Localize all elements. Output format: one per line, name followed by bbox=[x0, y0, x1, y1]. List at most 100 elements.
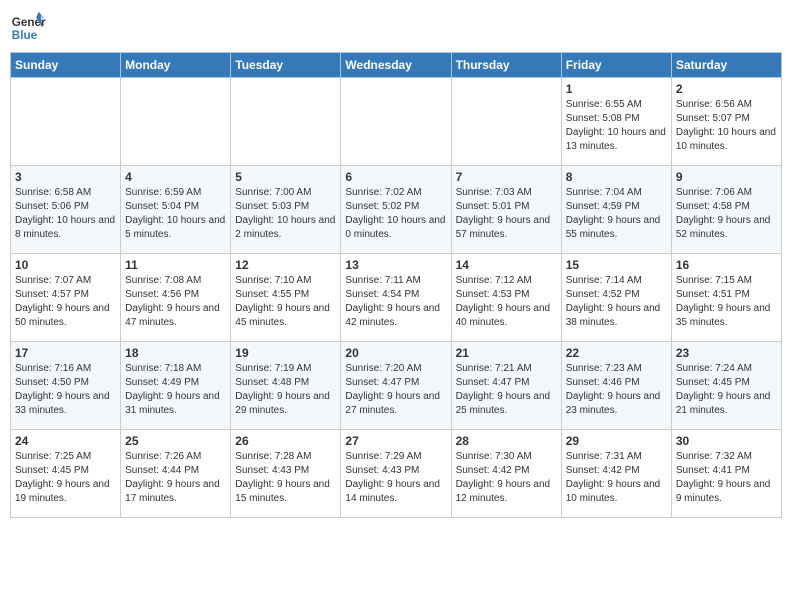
calendar-cell: 26 Sunrise: 7:28 AM Sunset: 4:43 PM Dayli… bbox=[231, 430, 341, 518]
cell-content: Sunrise: 6:58 AM Sunset: 5:06 PM Dayligh… bbox=[15, 186, 116, 242]
calendar-cell: 5Sunrise: 7:00 AM Sunset: 5:03 PM Daylig… bbox=[231, 166, 341, 254]
calendar-cell: 28 Sunrise: 7:30 AM Sunset: 4:42 PM Dayli… bbox=[451, 430, 561, 518]
calendar-cell: 17 Sunrise: 7:16 AM Sunset: 4:50 PM Dayli… bbox=[11, 342, 121, 430]
calendar-cell: 13 Sunrise: 7:11 AM Sunset: 4:54 PM Dayli… bbox=[341, 254, 451, 342]
logo-icon: GeneralBlue bbox=[10, 10, 46, 46]
day-number: 2 bbox=[676, 82, 777, 96]
weekday-header-thursday: Thursday bbox=[451, 53, 561, 78]
week-row-4: 17 Sunrise: 7:16 AM Sunset: 4:50 PM Dayli… bbox=[11, 342, 782, 430]
week-row-1: 1 Sunrise: 6:55 AM Sunset: 5:08 PM Daylig… bbox=[11, 78, 782, 166]
calendar-cell: 1 Sunrise: 6:55 AM Sunset: 5:08 PM Daylig… bbox=[561, 78, 671, 166]
day-number: 20 bbox=[345, 346, 446, 360]
cell-content: Sunrise: 7:11 AM Sunset: 4:54 PM Dayligh… bbox=[345, 274, 446, 330]
cell-content: Sunrise: 7:20 AM Sunset: 4:47 PM Dayligh… bbox=[345, 362, 446, 418]
day-number: 12 bbox=[235, 258, 336, 272]
calendar-cell: 9 Sunrise: 7:06 AM Sunset: 4:58 PM Daylig… bbox=[671, 166, 781, 254]
calendar-cell: 14 Sunrise: 7:12 AM Sunset: 4:53 PM Dayli… bbox=[451, 254, 561, 342]
calendar-cell: 11 Sunrise: 7:08 AM Sunset: 4:56 PM Dayli… bbox=[121, 254, 231, 342]
calendar-cell: 10 Sunrise: 7:07 AM Sunset: 4:57 PM Dayli… bbox=[11, 254, 121, 342]
weekday-header-monday: Monday bbox=[121, 53, 231, 78]
calendar-cell: 2 Sunrise: 6:56 AM Sunset: 5:07 PM Daylig… bbox=[671, 78, 781, 166]
day-number: 25 bbox=[125, 434, 226, 448]
calendar-cell: 30 Sunrise: 7:32 AM Sunset: 4:41 PM Dayli… bbox=[671, 430, 781, 518]
cell-content: Sunrise: 7:23 AM Sunset: 4:46 PM Dayligh… bbox=[566, 362, 667, 418]
cell-content: Sunrise: 7:00 AM Sunset: 5:03 PM Dayligh… bbox=[235, 186, 336, 242]
weekday-header-friday: Friday bbox=[561, 53, 671, 78]
day-number: 15 bbox=[566, 258, 667, 272]
svg-text:Blue: Blue bbox=[12, 29, 38, 42]
cell-content: Sunrise: 7:04 AM Sunset: 4:59 PM Dayligh… bbox=[566, 186, 667, 242]
cell-content: Sunrise: 7:26 AM Sunset: 4:44 PM Dayligh… bbox=[125, 450, 226, 506]
weekday-header-row: SundayMondayTuesdayWednesdayThursdayFrid… bbox=[11, 53, 782, 78]
cell-content: Sunrise: 7:07 AM Sunset: 4:57 PM Dayligh… bbox=[15, 274, 116, 330]
calendar-cell bbox=[11, 78, 121, 166]
day-number: 6 bbox=[345, 170, 446, 184]
calendar-cell bbox=[451, 78, 561, 166]
day-number: 23 bbox=[676, 346, 777, 360]
weekday-header-sunday: Sunday bbox=[11, 53, 121, 78]
calendar-cell bbox=[121, 78, 231, 166]
calendar-cell: 7Sunrise: 7:03 AM Sunset: 5:01 PM Daylig… bbox=[451, 166, 561, 254]
cell-content: Sunrise: 7:31 AM Sunset: 4:42 PM Dayligh… bbox=[566, 450, 667, 506]
cell-content: Sunrise: 7:08 AM Sunset: 4:56 PM Dayligh… bbox=[125, 274, 226, 330]
cell-content: Sunrise: 7:16 AM Sunset: 4:50 PM Dayligh… bbox=[15, 362, 116, 418]
calendar-cell: 29 Sunrise: 7:31 AM Sunset: 4:42 PM Dayli… bbox=[561, 430, 671, 518]
calendar-cell: 21 Sunrise: 7:21 AM Sunset: 4:47 PM Dayli… bbox=[451, 342, 561, 430]
cell-content: Sunrise: 6:59 AM Sunset: 5:04 PM Dayligh… bbox=[125, 186, 226, 242]
calendar-cell bbox=[341, 78, 451, 166]
day-number: 29 bbox=[566, 434, 667, 448]
day-number: 17 bbox=[15, 346, 116, 360]
day-number: 7 bbox=[456, 170, 557, 184]
cell-content: Sunrise: 6:55 AM Sunset: 5:08 PM Dayligh… bbox=[566, 98, 667, 154]
day-number: 28 bbox=[456, 434, 557, 448]
cell-content: Sunrise: 7:28 AM Sunset: 4:43 PM Dayligh… bbox=[235, 450, 336, 506]
cell-content: Sunrise: 7:12 AM Sunset: 4:53 PM Dayligh… bbox=[456, 274, 557, 330]
calendar-cell: 12Sunrise: 7:10 AM Sunset: 4:55 PM Dayli… bbox=[231, 254, 341, 342]
calendar-cell: 23 Sunrise: 7:24 AM Sunset: 4:45 PM Dayli… bbox=[671, 342, 781, 430]
day-number: 1 bbox=[566, 82, 667, 96]
calendar-cell: 25 Sunrise: 7:26 AM Sunset: 4:44 PM Dayli… bbox=[121, 430, 231, 518]
cell-content: Sunrise: 7:25 AM Sunset: 4:45 PM Dayligh… bbox=[15, 450, 116, 506]
day-number: 27 bbox=[345, 434, 446, 448]
week-row-2: 3 Sunrise: 6:58 AM Sunset: 5:06 PM Daylig… bbox=[11, 166, 782, 254]
calendar-cell: 18Sunrise: 7:18 AM Sunset: 4:49 PM Dayli… bbox=[121, 342, 231, 430]
calendar-cell: 3 Sunrise: 6:58 AM Sunset: 5:06 PM Daylig… bbox=[11, 166, 121, 254]
cell-content: Sunrise: 7:21 AM Sunset: 4:47 PM Dayligh… bbox=[456, 362, 557, 418]
cell-content: Sunrise: 7:02 AM Sunset: 5:02 PM Dayligh… bbox=[345, 186, 446, 242]
logo: GeneralBlue bbox=[10, 10, 46, 46]
cell-content: Sunrise: 7:06 AM Sunset: 4:58 PM Dayligh… bbox=[676, 186, 777, 242]
calendar-cell: 6 Sunrise: 7:02 AM Sunset: 5:02 PM Daylig… bbox=[341, 166, 451, 254]
calendar-table: SundayMondayTuesdayWednesdayThursdayFrid… bbox=[10, 52, 782, 518]
day-number: 19 bbox=[235, 346, 336, 360]
calendar-cell: 15Sunrise: 7:14 AM Sunset: 4:52 PM Dayli… bbox=[561, 254, 671, 342]
calendar-cell: 24Sunrise: 7:25 AM Sunset: 4:45 PM Dayli… bbox=[11, 430, 121, 518]
cell-content: Sunrise: 7:19 AM Sunset: 4:48 PM Dayligh… bbox=[235, 362, 336, 418]
day-number: 11 bbox=[125, 258, 226, 272]
day-number: 10 bbox=[15, 258, 116, 272]
cell-content: Sunrise: 6:56 AM Sunset: 5:07 PM Dayligh… bbox=[676, 98, 777, 154]
cell-content: Sunrise: 7:15 AM Sunset: 4:51 PM Dayligh… bbox=[676, 274, 777, 330]
weekday-header-saturday: Saturday bbox=[671, 53, 781, 78]
cell-content: Sunrise: 7:24 AM Sunset: 4:45 PM Dayligh… bbox=[676, 362, 777, 418]
cell-content: Sunrise: 7:32 AM Sunset: 4:41 PM Dayligh… bbox=[676, 450, 777, 506]
day-number: 13 bbox=[345, 258, 446, 272]
day-number: 30 bbox=[676, 434, 777, 448]
day-number: 9 bbox=[676, 170, 777, 184]
weekday-header-wednesday: Wednesday bbox=[341, 53, 451, 78]
calendar-cell: 16 Sunrise: 7:15 AM Sunset: 4:51 PM Dayli… bbox=[671, 254, 781, 342]
day-number: 16 bbox=[676, 258, 777, 272]
calendar-cell bbox=[231, 78, 341, 166]
calendar-cell: 4Sunrise: 6:59 AM Sunset: 5:04 PM Daylig… bbox=[121, 166, 231, 254]
cell-content: Sunrise: 7:30 AM Sunset: 4:42 PM Dayligh… bbox=[456, 450, 557, 506]
week-row-5: 24Sunrise: 7:25 AM Sunset: 4:45 PM Dayli… bbox=[11, 430, 782, 518]
cell-content: Sunrise: 7:29 AM Sunset: 4:43 PM Dayligh… bbox=[345, 450, 446, 506]
day-number: 3 bbox=[15, 170, 116, 184]
weekday-header-tuesday: Tuesday bbox=[231, 53, 341, 78]
day-number: 21 bbox=[456, 346, 557, 360]
day-number: 14 bbox=[456, 258, 557, 272]
calendar-cell: 8 Sunrise: 7:04 AM Sunset: 4:59 PM Daylig… bbox=[561, 166, 671, 254]
calendar-cell: 20 Sunrise: 7:20 AM Sunset: 4:47 PM Dayli… bbox=[341, 342, 451, 430]
day-number: 26 bbox=[235, 434, 336, 448]
calendar-cell: 27 Sunrise: 7:29 AM Sunset: 4:43 PM Dayli… bbox=[341, 430, 451, 518]
day-number: 8 bbox=[566, 170, 667, 184]
